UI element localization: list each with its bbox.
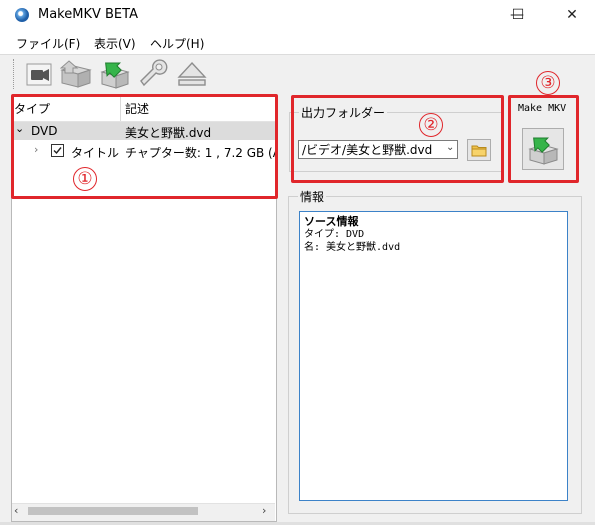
menu-view[interactable]: 表示(V) (94, 35, 136, 52)
callout-3: ③ (536, 71, 560, 95)
eject-icon[interactable] (176, 58, 208, 90)
highlight-box-1 (11, 94, 278, 199)
settings-wrench-icon[interactable] (137, 58, 169, 90)
app-icon (15, 8, 29, 22)
backup-icon[interactable] (99, 58, 131, 90)
menu-help[interactable]: ヘルプ(H) (150, 35, 204, 52)
highlight-box-2 (291, 95, 504, 183)
open-disc-icon[interactable] (59, 58, 92, 90)
scroll-left-icon[interactable]: ‹ (14, 504, 18, 517)
info-type-line: タイプ: DVD (304, 229, 365, 240)
callout-2: ② (419, 113, 443, 137)
scrollbar-thumb[interactable] (28, 507, 198, 515)
open-files-icon[interactable] (24, 58, 56, 90)
menu-bar (0, 31, 595, 54)
window-title: MakeMKV BETA (38, 7, 138, 22)
info-text-area[interactable]: ソース情報 タイプ: DVD 名: 美女と野獣.dvd (299, 211, 568, 501)
toolbar-grip (13, 59, 16, 89)
info-label: 情報 (298, 188, 327, 205)
info-heading: ソース情報 (304, 215, 359, 228)
highlight-box-3 (508, 95, 579, 183)
maximize-button[interactable]: ☐ (503, 0, 533, 31)
info-name-line: 名: 美女と野獣.dvd (304, 242, 401, 253)
callout-1: ① (73, 167, 97, 191)
scroll-right-icon[interactable]: › (262, 504, 266, 517)
close-button[interactable]: ✕ (549, 0, 595, 31)
menu-file[interactable]: ファイル(F) (16, 35, 80, 52)
